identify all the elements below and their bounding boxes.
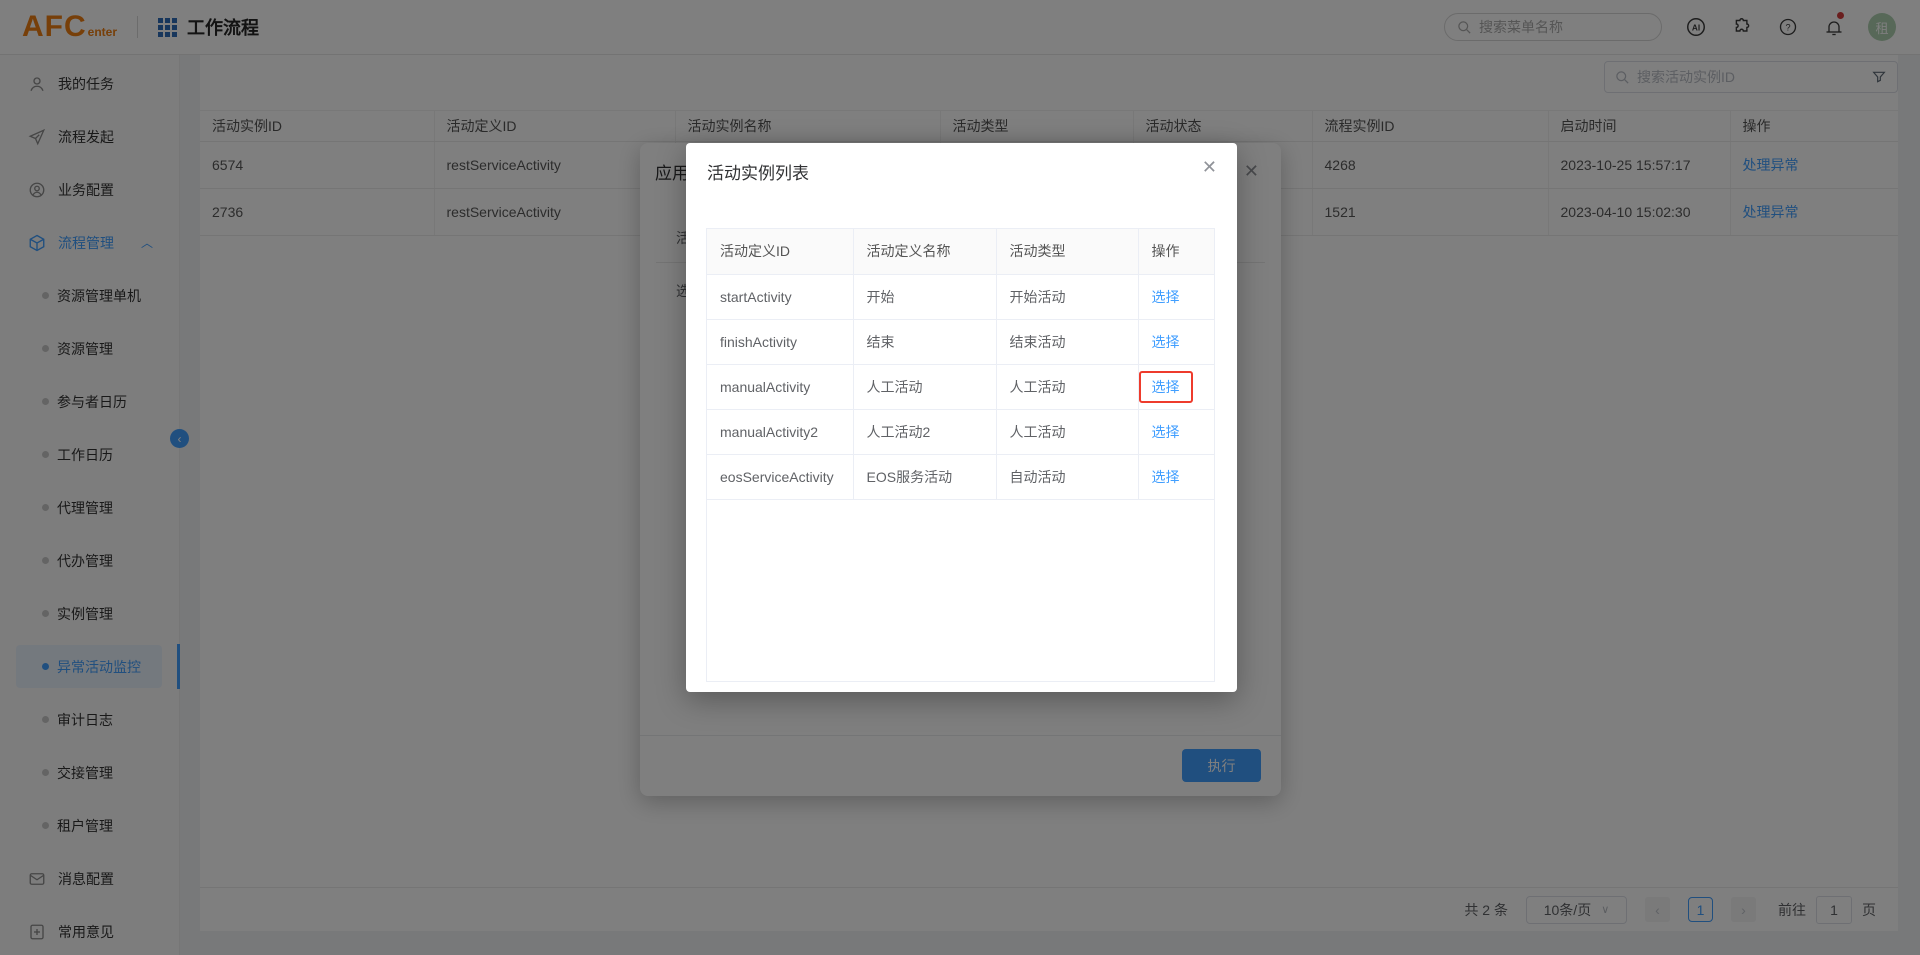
select-link[interactable]: 选择 (1152, 469, 1180, 485)
col-activity-def-name: 活动定义名称 (853, 229, 996, 274)
table-row: startActivity 开始 开始活动 选择 (707, 274, 1214, 319)
table-row: manualActivity 人工活动 人工活动 选择 (707, 364, 1214, 409)
modal-table-container: 活动定义ID 活动定义名称 活动类型 操作 startActivity 开始 开… (706, 228, 1215, 682)
table-header-row: 活动定义ID 活动定义名称 活动类型 操作 (707, 229, 1214, 274)
select-link-highlighted[interactable]: 选择 (1152, 379, 1180, 395)
table-row: eosServiceActivity EOS服务活动 自动活动 选择 (707, 454, 1214, 499)
select-link[interactable]: 选择 (1152, 334, 1180, 350)
col-activity-type: 活动类型 (996, 229, 1138, 274)
highlight-box: 选择 (1139, 371, 1193, 403)
modal-title: 活动实例列表 (707, 159, 809, 184)
select-link[interactable]: 选择 (1152, 289, 1180, 305)
table-row: manualActivity2 人工活动2 人工活动 选择 (707, 409, 1214, 454)
col-actions: 操作 (1138, 229, 1214, 274)
col-activity-def-id: 活动定义ID (707, 229, 853, 274)
table-row: finishActivity 结束 结束活动 选择 (707, 319, 1214, 364)
select-link[interactable]: 选择 (1152, 424, 1180, 440)
close-icon[interactable]: ✕ (1202, 157, 1217, 178)
activity-instance-list-modal: 活动实例列表 ✕ 活动定义ID 活动定义名称 活动类型 操作 startActi… (686, 143, 1237, 692)
activity-definition-table: 活动定义ID 活动定义名称 活动类型 操作 startActivity 开始 开… (707, 229, 1214, 500)
